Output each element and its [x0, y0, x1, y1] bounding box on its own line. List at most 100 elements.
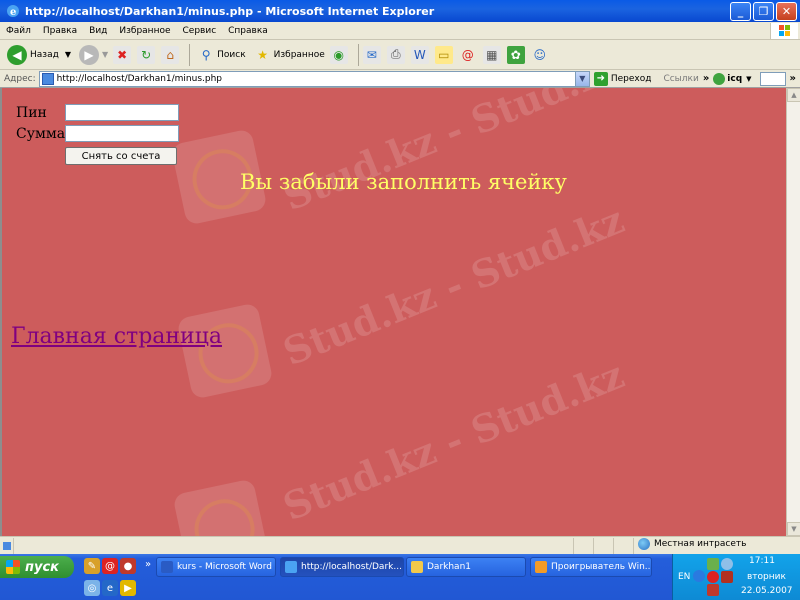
address-label: Адрес: — [4, 73, 36, 84]
menu-edit[interactable]: Правка — [37, 26, 83, 36]
task-ie[interactable]: http://localhost/Dark... — [280, 557, 404, 577]
zone-label: Местная интрасеть — [654, 539, 747, 549]
status-bar: Местная интрасеть — [0, 536, 800, 554]
tray-lang-en-icon[interactable] — [721, 571, 733, 583]
sum-input[interactable] — [65, 125, 179, 142]
icq-button[interactable]: icq ▼ — [713, 72, 752, 85]
menu-file[interactable]: Файл — [0, 26, 37, 36]
address-url[interactable]: http://localhost/Darkhan1/minus.php — [57, 74, 222, 84]
home-icon[interactable]: ⌂ — [161, 45, 180, 64]
task-folder[interactable]: Darkhan1 — [406, 557, 526, 577]
go-button[interactable]: Переход — [611, 74, 652, 84]
home-page-link[interactable]: Главная страница — [11, 324, 222, 349]
icq-search-input[interactable] — [759, 71, 786, 86]
address-bar: Адрес: http://localhost/Darkhan1/minus.p… — [0, 70, 800, 88]
task-label: Проигрыватель Win... — [551, 562, 652, 572]
messenger-icon[interactable]: ☺ — [531, 46, 549, 64]
menu-tools[interactable]: Сервис — [177, 26, 223, 36]
search-label: Поиск — [217, 49, 246, 60]
tray-network-icon[interactable] — [707, 558, 719, 570]
tray-expand-icon[interactable] — [693, 570, 705, 582]
refresh-icon[interactable]: ↻ — [137, 45, 156, 64]
forward-button[interactable]: ▶ ▼ — [76, 43, 111, 67]
quicklaunch-eye-icon[interactable]: ◎ — [84, 580, 100, 596]
watermark-logo — [172, 478, 270, 536]
task-word[interactable]: kurs - Microsoft Word — [156, 557, 276, 577]
go-arrow-icon[interactable]: ➜ — [593, 71, 608, 86]
forward-dropdown-icon[interactable]: ▼ — [102, 50, 108, 59]
research-icon[interactable]: ▦ — [482, 45, 501, 64]
maximize-button[interactable]: ❐ — [753, 2, 774, 21]
favorites-star-icon: ★ — [257, 47, 269, 62]
scroll-down-icon[interactable]: ▼ — [787, 522, 800, 536]
windows-logo-icon — [770, 23, 798, 39]
icq-toolbar-icon[interactable]: ✿ — [506, 45, 525, 64]
icq-dropdown-icon[interactable]: ▼ — [746, 75, 751, 83]
forward-arrow-icon: ▶ — [78, 44, 99, 65]
toolbar-separator — [189, 43, 191, 66]
quicklaunch-opera-icon[interactable]: ● — [120, 558, 136, 574]
watermark-text: Stud.kz - Stud.kz — [276, 88, 631, 220]
svg-text:e: e — [10, 7, 16, 18]
clock-day: вторник — [747, 572, 786, 582]
quicklaunch-media-icon[interactable]: ▶ — [120, 580, 136, 596]
links-chevron-icon[interactable]: » — [703, 73, 709, 84]
toolbar: ◀ Назад ▼ ▶ ▼ ✖ ↻ ⌂ ⚲ Поиск ★ Избранное … — [0, 40, 800, 70]
page-icon — [41, 72, 54, 85]
mail-icon[interactable]: ✉ — [362, 45, 381, 64]
menu-help[interactable]: Справка — [222, 26, 274, 36]
page-content: Stud.kz - Stud.kz Stud.kz - Stud.kz Stud… — [0, 88, 786, 536]
address-input[interactable]: http://localhost/Darkhan1/minus.php ▼ — [38, 70, 590, 87]
language-indicator[interactable]: EN — [678, 572, 690, 582]
back-button[interactable]: ◀ Назад ▼ — [4, 43, 74, 67]
print-icon[interactable]: ⎙ — [386, 45, 405, 64]
withdraw-button[interactable]: Снять со счета — [65, 147, 177, 165]
status-panel — [594, 537, 614, 554]
ie-task-icon — [285, 561, 297, 573]
tray-mail-icon[interactable] — [707, 571, 719, 583]
sum-label: Сумма — [16, 126, 66, 142]
error-message: Вы забыли заполнить ячейку — [240, 170, 567, 194]
pin-input[interactable] — [65, 104, 179, 121]
start-button[interactable]: пуск — [0, 556, 74, 578]
note-icon[interactable]: ▭ — [434, 45, 453, 64]
quicklaunch-ie-icon[interactable]: e — [102, 580, 118, 596]
search-icon: ⚲ — [201, 47, 211, 62]
search-button[interactable]: ⚲ Поиск — [194, 43, 249, 67]
watermark-logo — [176, 302, 274, 400]
back-dropdown-icon[interactable]: ▼ — [65, 50, 71, 59]
icq-flower-icon — [713, 72, 726, 85]
toolbar-chevron-icon[interactable]: » — [790, 73, 796, 84]
quicklaunch-icon[interactable]: ✎ — [84, 558, 100, 574]
security-zone: Местная интрасеть — [638, 538, 746, 550]
scroll-up-icon[interactable]: ▲ — [787, 88, 800, 102]
at-icon[interactable]: @ — [459, 46, 477, 64]
links-label[interactable]: Ссылки — [663, 74, 698, 84]
tray-antivirus-icon[interactable] — [707, 584, 719, 596]
favorites-button[interactable]: ★ Избранное — [251, 43, 328, 67]
word-edit-icon[interactable]: W — [410, 45, 429, 64]
task-media-player[interactable]: Проигрыватель Win... — [530, 557, 652, 577]
taskbar: пуск ✎ @ ● » ◎ e ▶ kurs - Microsoft Word… — [0, 554, 800, 600]
status-panel — [614, 537, 634, 554]
quicklaunch-mail-icon[interactable]: @ — [102, 558, 118, 574]
vertical-scrollbar[interactable]: ▲ ▼ — [786, 88, 800, 536]
back-label: Назад — [30, 49, 59, 60]
quicklaunch-chevron-icon[interactable]: » — [140, 556, 156, 572]
menu-view[interactable]: Вид — [83, 26, 113, 36]
back-arrow-icon: ◀ — [7, 44, 27, 65]
tray-globe-icon[interactable] — [721, 558, 733, 570]
address-dropdown-icon[interactable]: ▼ — [574, 71, 589, 86]
menu-bar: Файл Правка Вид Избранное Сервис Справка — [0, 22, 800, 40]
page-status-icon — [0, 537, 14, 554]
toolbar-separator — [357, 43, 359, 66]
clock-time: 17:11 — [749, 556, 775, 566]
start-label: пуск — [25, 559, 59, 575]
clock-date: 22.05.2007 — [741, 586, 793, 596]
menu-favorites[interactable]: Избранное — [113, 26, 176, 36]
pin-label: Пин — [16, 105, 47, 121]
stop-icon[interactable]: ✖ — [113, 45, 132, 64]
media-icon[interactable]: ◉ — [329, 45, 348, 64]
close-button[interactable]: ✕ — [776, 2, 797, 21]
minimize-button[interactable]: _ — [730, 2, 751, 21]
